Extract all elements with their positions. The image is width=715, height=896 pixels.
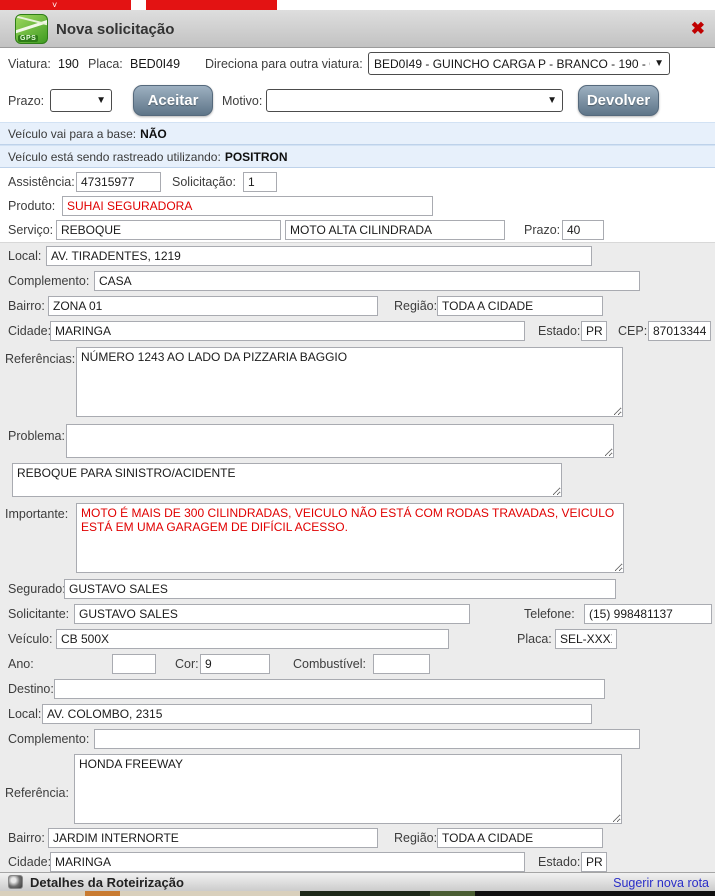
devolver-button[interactable]: Devolver [578,85,659,116]
destino-referencia-label: Referência: [5,786,69,800]
cor-label: Cor: [175,657,199,671]
prazo-input[interactable] [562,220,604,240]
direciona-label: Direciona para outra viatura: [205,57,363,71]
aceitar-button[interactable]: Aceitar [133,85,213,116]
local-input[interactable] [46,246,592,266]
solicitacao-label: Solicitação: [172,175,236,189]
destino-bairro-input[interactable] [48,828,378,848]
bairro-label: Bairro: [8,299,45,313]
veiculo-label: Veículo: [8,632,52,646]
placa-value: BED0I49 [130,57,180,71]
chevron-down-icon: ▼ [547,95,557,106]
destino-bairro-label: Bairro: [8,831,45,845]
destino-referencia-textarea[interactable]: HONDA FREEWAY [74,754,622,824]
servico-label: Serviço: [8,223,53,237]
prazo-select-label: Prazo: [8,94,44,108]
local-label: Local: [8,249,41,263]
cep-label: CEP: [618,324,647,338]
prazo-select[interactable]: ▼ [50,89,112,112]
viatura-value: 190 [58,57,79,71]
map-preview[interactable] [0,891,715,896]
destino-regiao-label: Região: [394,831,437,845]
destino-estado-input[interactable] [581,852,607,872]
importante-textarea[interactable]: MOTO É MAIS DE 300 CILINDRADAS, VEICULO … [76,503,624,573]
cor-input[interactable] [200,654,270,674]
complemento-input[interactable] [94,271,640,291]
estado-input[interactable] [581,321,607,341]
solicitacao-input[interactable] [243,172,277,192]
importante-label: Importante: [5,507,68,521]
ano-input[interactable] [112,654,156,674]
prazo-label: Prazo: [524,223,560,237]
info-bar-base: Veículo vai para a base:NÃO [0,122,715,145]
dialog-header: GPS Nova solicitação ✖ [0,10,715,48]
servico-tipo-input[interactable] [285,220,505,240]
close-icon[interactable]: ✖ [691,19,705,39]
solicitante-label: Solicitante: [8,607,69,621]
produto-input[interactable] [62,196,433,216]
browser-tab[interactable] [146,0,277,10]
estado-label: Estado: [538,324,580,338]
suggest-route-link[interactable]: Sugerir nova rota [613,876,709,890]
direciona-viatura-select[interactable]: BED0I49 - GUINCHO CARGA P - BRANCO - 190… [368,52,670,75]
nova-solicitacao-dialog: ˅ GPS Nova solicitação ✖ Viatura: 190 Pl… [0,0,715,896]
cep-input[interactable] [648,321,711,341]
gps-logo-icon: GPS [15,14,48,44]
cidade-label: Cidade: [8,324,51,338]
destino-local-label: Local: [8,707,41,721]
viatura-label: Viatura: [8,57,51,71]
telefone-input[interactable] [584,604,712,624]
segurado-label: Segurado: [8,582,66,596]
destino-complemento-label: Complemento: [8,732,89,746]
destino-label: Destino: [8,682,54,696]
rastreio-value: POSITRON [225,150,288,164]
globe-icon [8,875,23,889]
problema-label: Problema: [8,429,65,443]
telefone-label: Telefone: [524,607,575,621]
complemento-label: Complemento: [8,274,89,288]
destino-cidade-label: Cidade: [8,855,51,869]
assistencia-input[interactable] [76,172,161,192]
combustivel-input[interactable] [373,654,430,674]
motivo-select[interactable]: ▼ [266,89,563,112]
placa-label: Placa: [88,57,123,71]
destino-regiao-input[interactable] [437,828,603,848]
motivo-label: Motivo: [222,94,262,108]
tipo-servico-textarea[interactable]: REBOQUE PARA SINISTRO/ACIDENTE [12,463,562,497]
assistencia-label: Assistência: [8,175,75,189]
info-bar-rastreio: Veículo está sendo rastreado utilizando:… [0,145,715,168]
chevron-down-icon: ▼ [96,95,106,106]
regiao-input[interactable] [437,296,603,316]
solicitante-input[interactable] [74,604,470,624]
destino-complemento-input[interactable] [94,729,640,749]
segurado-input[interactable] [64,579,616,599]
routing-details-title: Detalhes da Roteirização [30,875,184,890]
browser-tab[interactable]: ˅ [0,0,131,10]
combustivel-label: Combustível: [293,657,366,671]
chevron-down-icon: ˅ [52,0,57,10]
veiculo-placa-label: Placa: [517,632,552,646]
destino-input[interactable] [54,679,605,699]
servico-input[interactable] [56,220,281,240]
regiao-label: Região: [394,299,437,313]
problema-textarea[interactable] [66,424,614,458]
destino-local-input[interactable] [42,704,592,724]
ano-label: Ano: [8,657,34,671]
dialog-title: Nova solicitação [56,21,174,38]
veiculo-input[interactable] [56,629,449,649]
base-value: NÃO [140,127,167,141]
referencias-textarea[interactable]: NÚMERO 1243 AO LADO DA PIZZARIA BAGGIO [76,347,623,417]
produto-label: Produto: [8,199,55,213]
destino-cidade-input[interactable] [50,852,525,872]
chevron-down-icon: ▼ [654,58,664,69]
veiculo-placa-input[interactable] [555,629,617,649]
bairro-input[interactable] [48,296,378,316]
routing-details-bar[interactable]: Detalhes da Roteirização Sugerir nova ro… [0,872,715,891]
destino-estado-label: Estado: [538,855,580,869]
referencias-label: Referências: [5,352,75,366]
cidade-input[interactable] [50,321,525,341]
